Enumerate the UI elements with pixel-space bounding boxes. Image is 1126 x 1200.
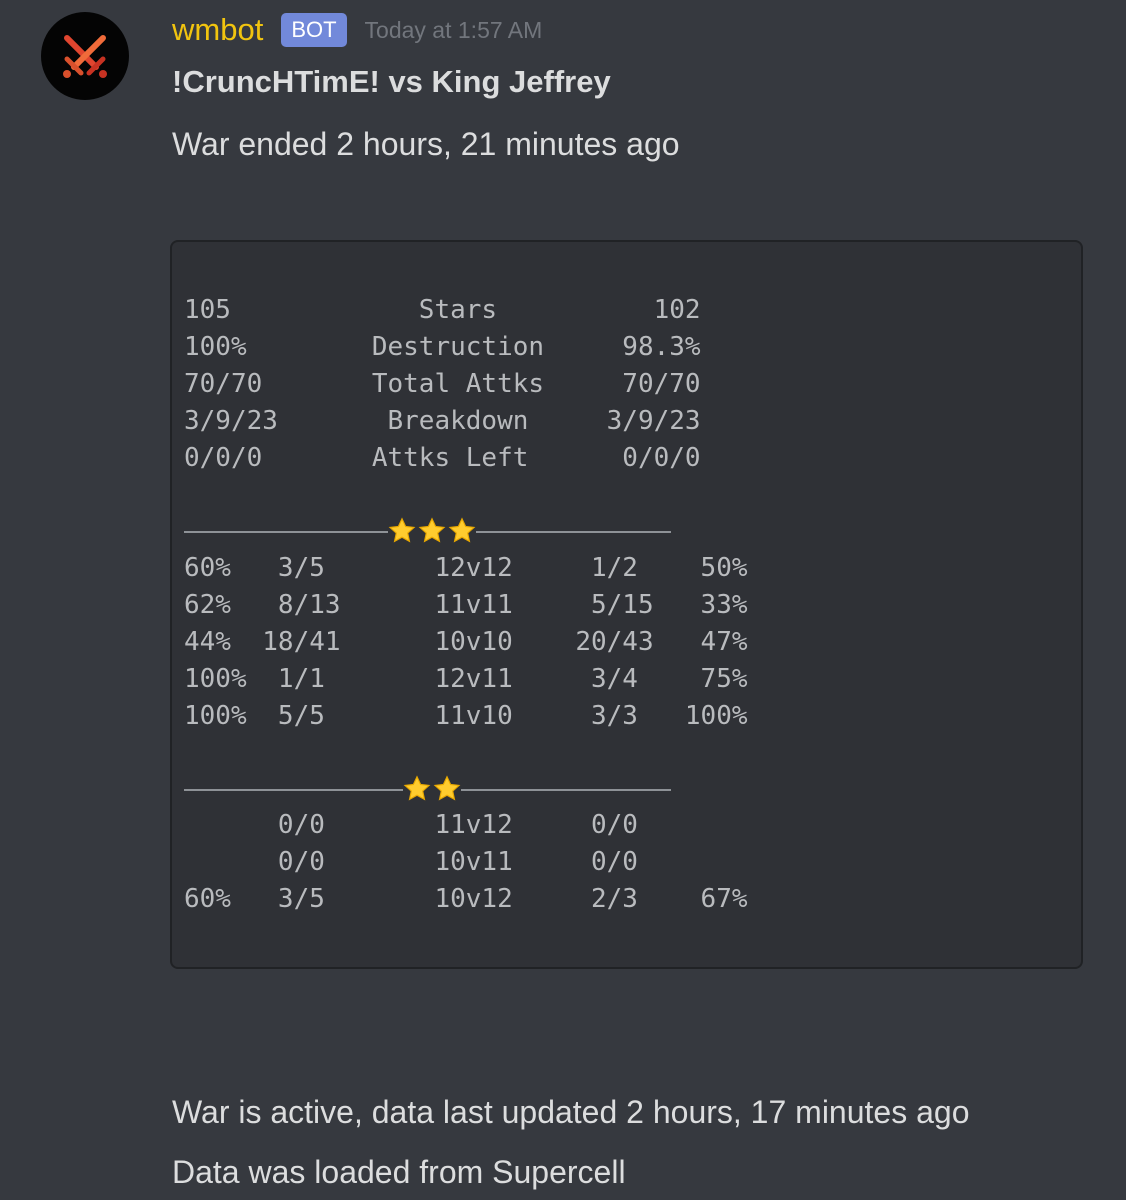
war-active-status: War is active, data last updated 2 hours… — [172, 1094, 970, 1130]
three-star-row: 100% 5/5 11v10 3/3 100% — [184, 701, 748, 731]
data-source-text: Data was loaded from Supercell — [172, 1154, 626, 1190]
two-star-row: 60% 3/5 10v12 2/3 67% — [184, 884, 748, 914]
two-star-row: 0/0 11v12 0/0 — [184, 810, 638, 840]
three-star-row: 100% 1/1 12v11 3/4 75% — [184, 664, 748, 694]
summary-attacks-left-row: 0/0/0 Attks Left 0/0/0 — [184, 443, 701, 473]
bot-badge: BOT — [281, 13, 347, 47]
three-star-row: 44% 18/41 10v10 20/43 47% — [184, 627, 748, 657]
crossed-swords-icon — [63, 35, 107, 78]
avatar[interactable] — [41, 12, 129, 100]
star-icon — [403, 775, 431, 801]
three-star-row: 62% 8/13 11v11 5/15 33% — [184, 590, 748, 620]
war-status-text: War ended 2 hours, 21 minutes ago — [172, 126, 680, 162]
message-timestamp: Today at 1:57 AM — [364, 16, 543, 43]
summary-destruction-row: 100% Destruction 98.3% — [184, 332, 701, 362]
author-name[interactable]: wmbot — [172, 10, 263, 50]
summary-stars-row: 105 Stars 102 — [184, 295, 701, 325]
summary-attacks-row: 70/70 Total Attks 70/70 — [184, 369, 701, 399]
three-star-separator — [184, 516, 671, 546]
two-star-row: 0/0 10v11 0/0 — [184, 847, 638, 877]
two-star-separator — [184, 774, 671, 804]
star-icon — [448, 517, 476, 543]
three-star-row: 60% 3/5 12v12 1/2 50% — [184, 553, 748, 583]
summary-breakdown-row: 3/9/23 Breakdown 3/9/23 — [184, 406, 701, 436]
message-header: wmbot BOT Today at 1:57 AM — [172, 8, 542, 52]
code-block: 105 Stars 102 100% Destruction 98.3% 70/… — [170, 240, 1083, 969]
message-title: !CruncHTimE! vs King Jeffrey — [172, 64, 611, 99]
star-icon — [433, 775, 461, 801]
star-icon — [418, 517, 446, 543]
star-icon — [388, 517, 416, 543]
